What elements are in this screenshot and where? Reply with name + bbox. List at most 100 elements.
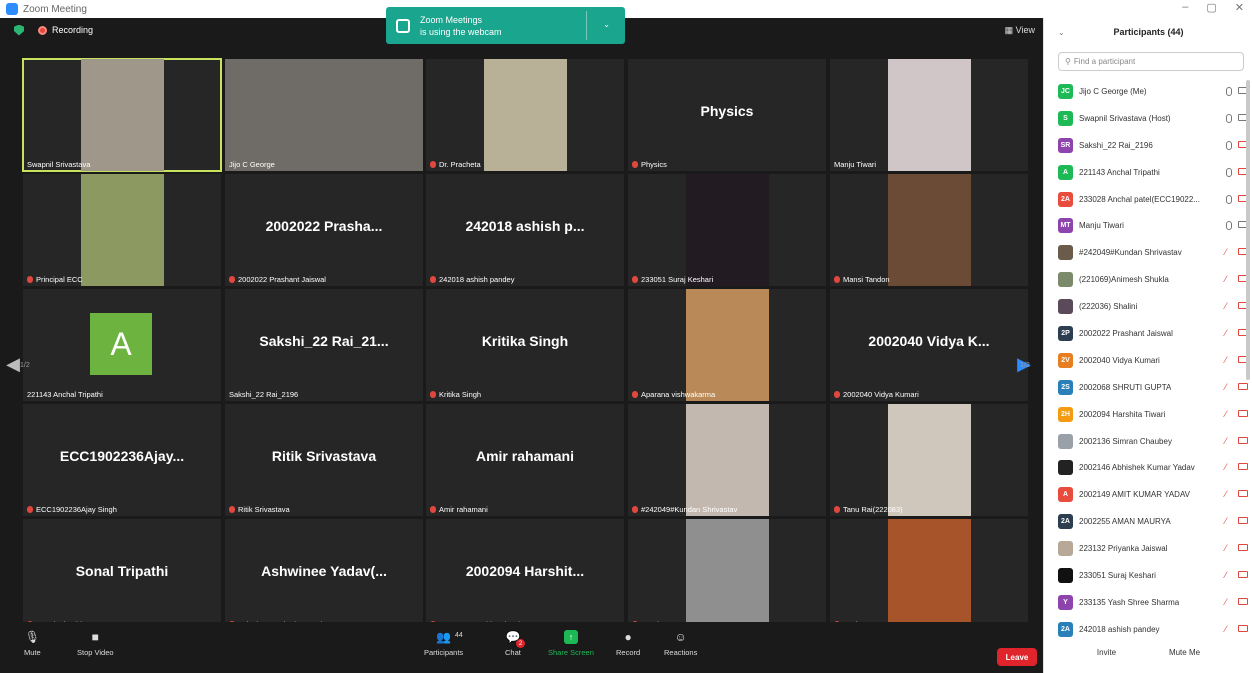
video-tile[interactable]: Amir rahamani Amir rahamani	[426, 404, 624, 516]
view-button[interactable]: ▦ View	[1005, 25, 1035, 36]
video-tile[interactable]: A 221143 Anchal Tripathi	[23, 289, 221, 401]
muted-microphone-icon[interactable]: ⁄	[1225, 624, 1232, 634]
participant-row[interactable]: 2V 2002040 Vidya Kumari ⁄	[1058, 347, 1248, 374]
participant-row[interactable]: 233051 Suraj Keshari ⁄	[1058, 562, 1248, 589]
chevron-down-icon[interactable]: ⌄	[603, 20, 610, 29]
video-tile[interactable]: Sakshi_22 Rai_21... Sakshi_22 Rai_2196	[225, 289, 423, 401]
muted-microphone-icon[interactable]: ⁄	[1225, 248, 1232, 257]
stop-video-button[interactable]: ■ Stop Video	[77, 630, 114, 657]
share-screen-icon: ↑	[563, 630, 578, 644]
video-tile[interactable]: Dr. Pracheta	[426, 59, 624, 171]
participant-avatar: 2P	[1058, 325, 1073, 341]
participant-row[interactable]: 2A 2002255 AMAN MAURYA ⁄	[1058, 508, 1248, 535]
participant-row[interactable]: JC Jijo C George (Me)	[1058, 78, 1248, 105]
video-tile[interactable]: 2002040 Vidya K... 2002040 Vidya Kumari	[830, 289, 1028, 401]
participant-search-input[interactable]: ⚲ Find a participant	[1058, 52, 1244, 71]
participant-avatar: A	[1058, 164, 1073, 180]
participant-avatar: SR	[1058, 137, 1073, 153]
video-tile[interactable]: Tanuja 112173	[628, 519, 826, 631]
muted-microphone-icon[interactable]: ⁄	[1225, 490, 1232, 499]
invite-button[interactable]: Invite	[1097, 648, 1116, 657]
participant-row[interactable]: A 2002149 AMIT KUMAR YADAV ⁄	[1058, 481, 1248, 508]
participant-row[interactable]: 2A 233028 Anchal patel(ECC19022...	[1058, 186, 1248, 213]
leave-button[interactable]: Leave	[997, 648, 1037, 666]
reactions-button[interactable]: ☺ Reactions	[664, 630, 697, 657]
security-shield-icon[interactable]	[14, 24, 24, 36]
video-tile[interactable]: Principal ECC	[23, 174, 221, 286]
video-tile[interactable]: 242018 ashish p... 242018 ashish pandey	[426, 174, 624, 286]
muted-microphone-icon[interactable]: ⁄	[1225, 302, 1232, 311]
tile-display-name: 2002040 Vidya K...	[868, 333, 990, 349]
muted-microphone-icon[interactable]: ⁄	[1225, 517, 1232, 526]
video-tile[interactable]: Jijo C George	[225, 59, 423, 171]
participant-row[interactable]: (221069)Animesh Shukla ⁄	[1058, 266, 1248, 293]
participant-row[interactable]: 2002136 Simran Chaubey ⁄	[1058, 428, 1248, 455]
participant-avatar: 2A	[1058, 621, 1073, 637]
recording-label[interactable]: Recording	[52, 25, 93, 35]
video-tile[interactable]: Swapnil Srivastava	[22, 58, 222, 172]
video-tile[interactable]: 2002022 Prasha... 2002022 Prashant Jaiswa…	[225, 174, 423, 286]
muted-microphone-icon[interactable]: ⁄	[1225, 382, 1232, 392]
participant-row[interactable]: SR Sakshi_22 Rai_2196	[1058, 132, 1248, 159]
muted-microphone-icon[interactable]: ⁄	[1225, 275, 1232, 284]
video-tile[interactable]: Ritik Srivastava Ritik Srivastava	[225, 404, 423, 516]
video-tile[interactable]: Kritika Singh Kritika Singh	[426, 289, 624, 401]
video-off-icon	[1238, 490, 1248, 498]
muted-microphone-icon[interactable]: ⁄	[1225, 570, 1232, 580]
video-tile[interactable]: Sonal TripathiSonal Tripathi	[23, 519, 221, 631]
participant-avatar: JC	[1058, 83, 1073, 99]
participant-row[interactable]: #242049#Kundan Shrivastav ⁄	[1058, 239, 1248, 266]
muted-microphone-icon[interactable]: ⁄	[1225, 328, 1232, 338]
participant-row[interactable]: 2A 242018 ashish pandey ⁄	[1058, 616, 1248, 643]
mute-me-button[interactable]: Mute Me	[1169, 648, 1200, 657]
participant-row[interactable]: 223132 Priyanka Jaiswal ⁄	[1058, 535, 1248, 562]
muted-microphone-icon[interactable]: ⁄	[1225, 597, 1232, 607]
maximize-button[interactable]: ▢	[1206, 1, 1216, 14]
participant-row[interactable]: 2002146 Abhishek Kumar Yadav ⁄	[1058, 454, 1248, 481]
muted-microphone-icon[interactable]: ⁄	[1225, 355, 1232, 365]
microphone-icon[interactable]	[1226, 113, 1232, 123]
muted-microphone-icon[interactable]: ⁄	[1225, 463, 1232, 472]
participant-name: #242049#Kundan Shrivastav	[1079, 248, 1182, 258]
microphone-icon[interactable]	[1226, 167, 1232, 177]
minimize-button[interactable]: –	[1182, 1, 1188, 14]
mute-button[interactable]: 🎙 Mute	[24, 630, 41, 657]
webcam-notification[interactable]: Zoom Meetings is using the webcam ⌄	[386, 7, 625, 44]
microphone-icon[interactable]	[1226, 221, 1232, 231]
microphone-icon[interactable]	[1226, 194, 1232, 204]
participant-row[interactable]: A 221143 Anchal Tripathi	[1058, 159, 1248, 186]
video-tile[interactable]: 233051 Suraj Keshari	[628, 174, 826, 286]
participant-row[interactable]: S Swapnil Srivastava (Host)	[1058, 105, 1248, 132]
participant-row[interactable]: (222036) Shalini ⁄	[1058, 293, 1248, 320]
participant-video	[888, 59, 971, 171]
participant-row[interactable]: MT Manju Tiwari	[1058, 212, 1248, 239]
muted-microphone-icon[interactable]: ⁄	[1225, 436, 1232, 446]
video-tile[interactable]: ECC1902236Ajay... ECC1902236Ajay Singh	[23, 404, 221, 516]
microphone-icon[interactable]	[1226, 140, 1232, 150]
video-tile[interactable]: Manju Tiwari	[830, 59, 1028, 171]
participant-row[interactable]: 2H 2002094 Harshita Tiwari ⁄	[1058, 401, 1248, 428]
video-tile[interactable]: Ashwinee Yadav(...Ashwinee Yadav(231239)	[225, 519, 423, 631]
record-button[interactable]: ● Record	[616, 630, 640, 657]
muted-mic-icon	[834, 506, 840, 513]
video-tile[interactable]: Mansi Tandon	[830, 174, 1028, 286]
video-tile[interactable]: Tanu Rai(222083)	[830, 404, 1028, 516]
participant-list-scrollbar[interactable]	[1246, 80, 1250, 380]
microphone-icon[interactable]	[1226, 86, 1232, 96]
muted-mic-icon	[229, 276, 235, 283]
video-tile[interactable]: Bushra Parvez 222107	[830, 519, 1028, 631]
microphone-icon: 🎙	[24, 630, 40, 644]
video-tile[interactable]: Aparana vishwakarma	[628, 289, 826, 401]
participant-row[interactable]: 2S 2002068 SHRUTI GUPTA ⁄	[1058, 374, 1248, 401]
video-tile[interactable]: #242049#Kundan Shrivastav	[628, 404, 826, 516]
participant-avatar	[1058, 433, 1073, 449]
video-tile[interactable]: 2002094 Harshit...2002094 Harshita Tiwar…	[426, 519, 624, 631]
video-tile[interactable]: Physics Physics	[628, 59, 826, 171]
muted-microphone-icon[interactable]: ⁄	[1225, 409, 1232, 419]
collapse-chevron-icon[interactable]: ⌄	[1058, 28, 1065, 37]
close-button[interactable]: ✕	[1235, 1, 1244, 14]
share-screen-button[interactable]: ↑ Share Screen	[548, 630, 594, 657]
participant-row[interactable]: Y 233135 Yash Shree Sharma ⁄	[1058, 589, 1248, 616]
muted-microphone-icon[interactable]: ⁄	[1225, 544, 1232, 553]
participant-row[interactable]: 2P 2002022 Prashant Jaiswal ⁄	[1058, 320, 1248, 347]
